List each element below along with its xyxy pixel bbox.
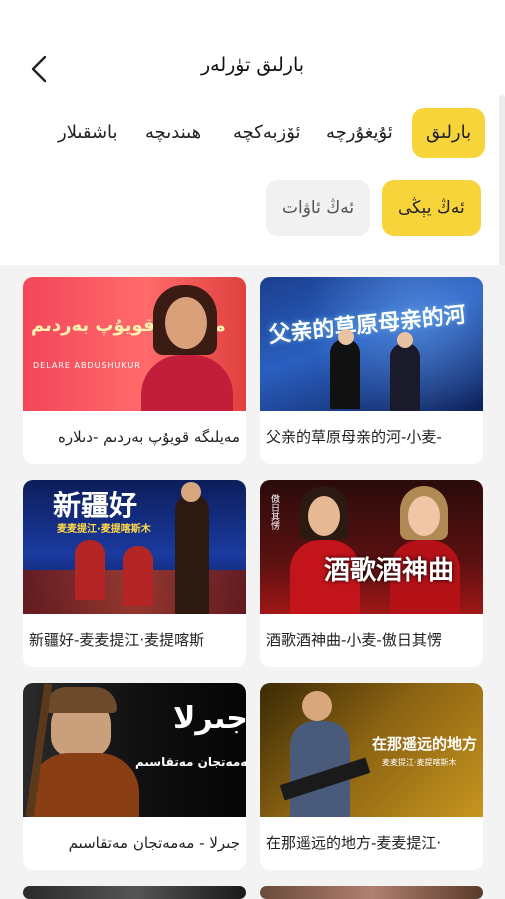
video-thumbnail: مەيلىگە قويۇپ بەردىم DELARE ABDUSHUKUR bbox=[23, 277, 246, 411]
thumbnail-title: 酒歌酒神曲 bbox=[324, 556, 455, 586]
sort-newest[interactable]: ئەڭ يېڭى bbox=[382, 180, 481, 236]
sort-tabs: ئەڭ يېڭى ئەڭ ئاۋات bbox=[0, 180, 505, 238]
video-card[interactable]: 在那遥远的地方 麦麦提江·麦提喀斯木 在那遥远的地方-麦麦提江· bbox=[260, 683, 483, 870]
thumbnail-subtitle: 傲日其愣 bbox=[269, 494, 279, 530]
thumbnail-subtitle: DELARE ABDUSHUKUR bbox=[33, 361, 141, 370]
thumbnail-subtitle: 麦麦提江·麦提喀斯木 bbox=[57, 524, 151, 535]
video-card[interactable] bbox=[23, 886, 246, 899]
tab-uzbek[interactable]: ئۆزبەكچە bbox=[233, 108, 301, 158]
video-thumbnail: جىرلا مەمەتجان مەتقاسىم bbox=[23, 683, 246, 817]
category-tabs: بارلىق ئۇيغۇرچە ئۆزبەكچە ھىندىچە باشقىلا… bbox=[0, 108, 505, 162]
tab-uyghur[interactable]: ئۇيغۇرچە bbox=[326, 108, 393, 158]
video-card[interactable] bbox=[260, 886, 483, 899]
video-thumbnail bbox=[23, 886, 246, 899]
thumbnail-title: 新疆好 bbox=[53, 489, 138, 522]
video-title: 酒歌酒神曲-小麦-傲日其愣 bbox=[266, 631, 442, 649]
video-card[interactable]: 酒歌酒神曲 傲日其愣 酒歌酒神曲-小麦-傲日其愣 bbox=[260, 480, 483, 667]
video-card[interactable]: مەيلىگە قويۇپ بەردىم DELARE ABDUSHUKUR م… bbox=[23, 277, 246, 464]
tab-others[interactable]: باشقىلار bbox=[58, 108, 118, 158]
video-title: 在那遥远的地方-麦麦提江· bbox=[266, 834, 442, 852]
tab-all[interactable]: بارلىق bbox=[412, 108, 486, 158]
video-title: مەيلىگە قويۇپ بەردىم -دىلارە bbox=[58, 428, 240, 446]
thumbnail-subtitle: مەمەتجان مەتقاسىم bbox=[135, 755, 246, 769]
header: بارلىق تۈرلەر bbox=[0, 0, 505, 100]
video-title: 新疆好-麦麦提江·麦提喀斯 bbox=[29, 631, 205, 649]
thumbnail-subtitle: 麦麦提江·麦提喀斯木 bbox=[382, 758, 457, 767]
thumbnail-title: جىرلا bbox=[173, 701, 246, 736]
video-card[interactable]: 新疆好 麦麦提江·麦提喀斯木 新疆好-麦麦提江·麦提喀斯 bbox=[23, 480, 246, 667]
video-card[interactable]: جىرلا مەمەتجان مەتقاسىم جىرلا - مەمەتجان… bbox=[23, 683, 246, 870]
video-card[interactable]: 父亲的草原母亲的河 父亲的草原母亲的河-小麦- bbox=[260, 277, 483, 464]
tab-hindi[interactable]: ھىندىچە bbox=[145, 108, 201, 158]
video-thumbnail: 酒歌酒神曲 傲日其愣 bbox=[260, 480, 483, 614]
thumbnail-title: 在那遥远的地方 bbox=[372, 735, 478, 753]
video-title: 父亲的草原母亲的河-小麦- bbox=[266, 428, 442, 446]
video-thumbnail: 父亲的草原母亲的河 bbox=[260, 277, 483, 411]
video-thumbnail: 新疆好 麦麦提江·麦提喀斯木 bbox=[23, 480, 246, 614]
page-title: بارلىق تۈرلەر bbox=[200, 54, 305, 76]
video-grid: 父亲的草原母亲的河 父亲的草原母亲的河-小麦- مەيلىگە قويۇپ بە… bbox=[0, 265, 505, 899]
sort-popular[interactable]: ئەڭ ئاۋات bbox=[266, 180, 371, 236]
video-thumbnail: 在那遥远的地方 麦麦提江·麦提喀斯木 bbox=[260, 683, 483, 817]
video-title: جىرلا - مەمەتجان مەتقاسىم bbox=[68, 834, 240, 852]
video-thumbnail bbox=[260, 886, 483, 899]
